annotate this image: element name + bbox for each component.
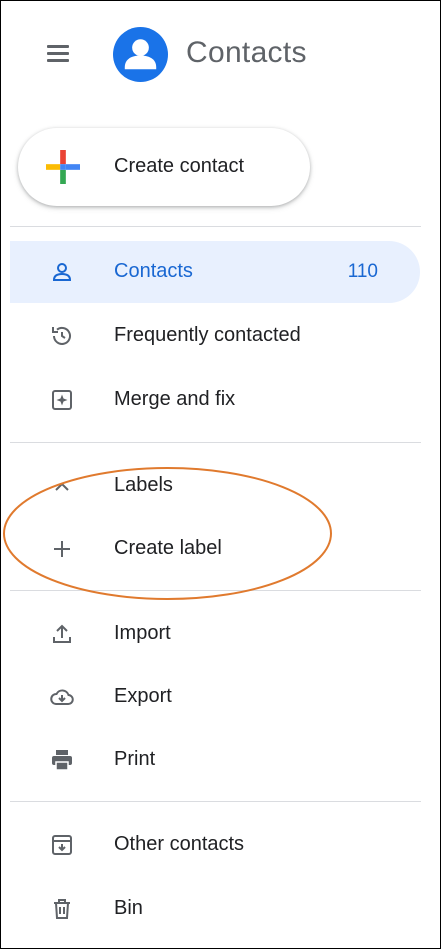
divider	[10, 442, 421, 443]
nav-item-export[interactable]: Export	[10, 666, 420, 728]
contacts-logo-icon	[113, 27, 168, 82]
nav-item-print[interactable]: Print	[10, 729, 420, 791]
nav-item-contacts[interactable]: Contacts 110	[10, 241, 420, 303]
labels-header-text: Labels	[114, 474, 173, 496]
divider	[10, 590, 421, 591]
create-label-button[interactable]: Create label	[10, 518, 420, 580]
nav-item-label: Merge and fix	[114, 388, 236, 410]
plus-icon	[54, 541, 70, 557]
nav-item-label: Frequently contacted	[114, 324, 301, 346]
nav-item-frequently-contacted[interactable]: Frequently contacted	[10, 305, 420, 367]
upload-icon	[53, 624, 71, 643]
nav-item-bin[interactable]: Bin	[10, 878, 420, 940]
nav-item-other-contacts[interactable]: Other contacts	[10, 814, 420, 876]
nav-item-label: Other contacts	[114, 833, 245, 855]
nav-item-label: Create label	[114, 537, 222, 559]
create-contact-button[interactable]: Create contact	[18, 128, 310, 206]
divider	[10, 801, 421, 802]
printer-icon	[52, 750, 72, 771]
multicolor-plus-icon	[46, 150, 80, 184]
nav-item-label: Import	[114, 622, 171, 644]
nav-item-merge-and-fix[interactable]: Merge and fix	[10, 369, 420, 431]
archive-download-icon	[52, 835, 72, 855]
nav-item-label: Print	[114, 748, 156, 770]
nav-item-label: Export	[114, 685, 172, 707]
menu-icon[interactable]	[47, 45, 69, 67]
nav-item-label: Bin	[114, 897, 143, 919]
top-bar: Contacts	[0, 0, 441, 110]
create-contact-label: Create contact	[114, 155, 245, 177]
merge-fix-icon	[52, 390, 72, 410]
contacts-count-badge: 110	[347, 261, 378, 282]
divider	[10, 226, 421, 227]
cloud-download-icon	[50, 689, 74, 705]
app-title: Contacts	[186, 36, 307, 69]
history-icon	[52, 326, 71, 345]
chevron-up-icon	[55, 482, 69, 491]
labels-section-header[interactable]: Labels	[10, 455, 420, 517]
person-icon	[52, 263, 72, 281]
trash-icon	[54, 899, 70, 919]
nav-item-label: Contacts	[114, 260, 193, 282]
nav-item-import[interactable]: Import	[10, 603, 420, 665]
